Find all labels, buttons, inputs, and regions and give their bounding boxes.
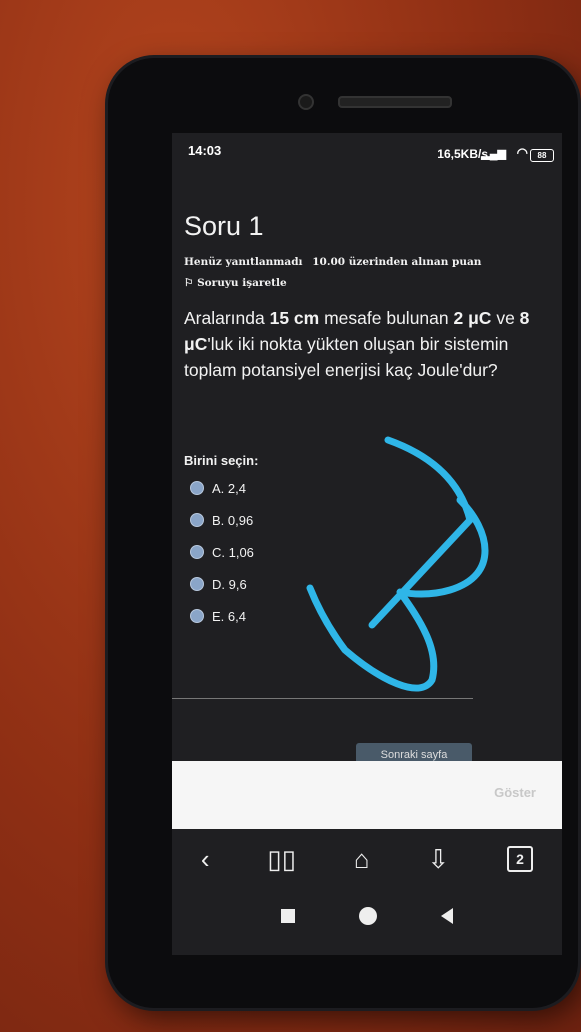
handwritten-scribble [306, 436, 489, 692]
